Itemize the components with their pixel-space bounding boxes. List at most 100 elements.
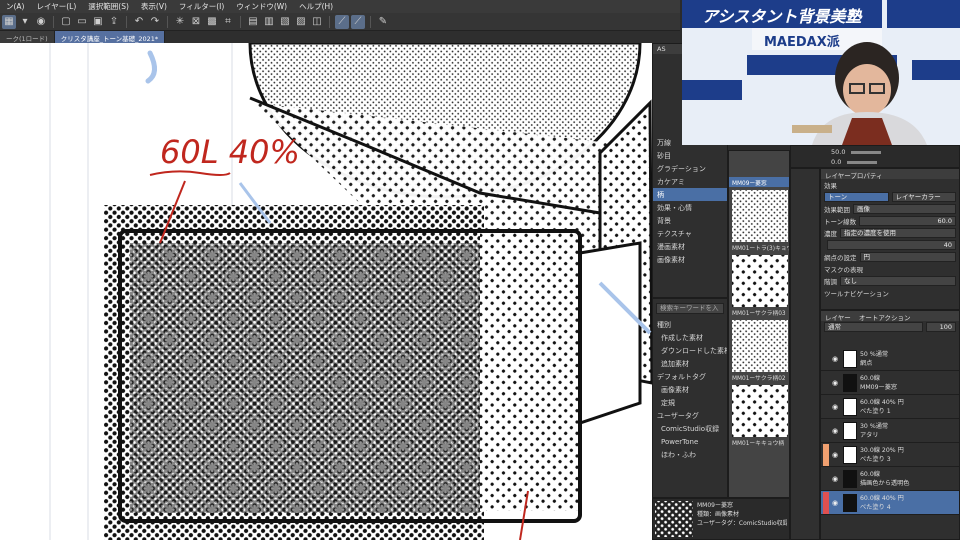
type-added[interactable]: 追加素材 <box>653 357 727 370</box>
open-folder-icon[interactable]: ▭ <box>75 15 89 29</box>
tree-item-sand[interactable]: 砂目 <box>653 149 727 162</box>
zoom-slider[interactable] <box>851 150 882 154</box>
eye-icon[interactable]: ◉ <box>832 427 840 435</box>
menu-selection[interactable]: 選択範囲(S) <box>82 1 135 12</box>
save-icon[interactable]: ▣ <box>91 15 105 29</box>
tree-item-gradation[interactable]: グラデーション <box>653 162 727 175</box>
detail-type: 種類：画像素材 <box>697 511 740 518</box>
eye-icon[interactable]: ◉ <box>832 379 840 387</box>
tag-ruler[interactable]: 定規 <box>653 396 727 409</box>
menu-filter[interactable]: フィルター(I) <box>173 1 230 12</box>
tree-item-manga-material[interactable]: 漫画素材 <box>653 240 727 253</box>
tab-layer-color[interactable]: レイヤーカラー <box>891 192 956 202</box>
tag-image-material[interactable]: 画像素材 <box>653 383 727 396</box>
layer-row[interactable]: ◉ 60.0線 MM09ー菱窓 <box>821 371 959 395</box>
eye-icon[interactable]: ◉ <box>832 499 840 507</box>
layer-color-marker <box>823 443 829 466</box>
layer-row-selected[interactable]: ◉ 60.0線 40% 円べた塗り 4 <box>821 491 959 515</box>
dropdown-icon[interactable]: ▾ <box>18 15 32 29</box>
opacity-value[interactable]: 100 <box>926 322 956 332</box>
layer-row[interactable]: ◉ 60.0線 40% 円べた塗り 1 <box>821 395 959 419</box>
rotate-value[interactable]: 0.0 <box>831 158 841 166</box>
undo-icon[interactable]: ↶ <box>132 15 146 29</box>
menu-window[interactable]: ウィンドウ(W) <box>230 1 293 12</box>
menu-animation[interactable]: ン(A) <box>0 1 30 12</box>
snap-perspective-icon[interactable]: ◫ <box>310 15 324 29</box>
tree-item-image-material[interactable]: 画像素材 <box>653 253 727 266</box>
drawing-canvas[interactable]: 60L 40% <box>0 43 652 540</box>
material-thumb[interactable] <box>732 385 788 437</box>
snap-grid-icon[interactable]: ▥ <box>262 15 276 29</box>
panel-icon-strip <box>790 168 820 540</box>
layer-row[interactable]: ◉ 30 %通常 アタリ <box>821 419 959 443</box>
clear-icon[interactable]: ✳ <box>173 15 187 29</box>
material-label: MM01ートラ(3)キョウ柄 <box>732 246 789 252</box>
zoom-value[interactable]: 50.0 <box>831 148 845 156</box>
snap-ruler-icon[interactable]: ▧ <box>278 15 292 29</box>
eye-icon[interactable]: ◉ <box>832 475 840 483</box>
transform-icon[interactable]: ⌗ <box>221 15 235 29</box>
menu-help[interactable]: ヘルプ(H) <box>293 1 339 12</box>
tag-fuwafuwa[interactable]: ほわ・ふわ <box>653 448 727 461</box>
layer-thumbnail <box>843 349 857 368</box>
material-thumb[interactable] <box>732 320 788 372</box>
prop-value[interactable]: 指定の濃度を使用 <box>840 228 956 238</box>
tag-powertone[interactable]: PowerTone <box>653 435 727 448</box>
vector-icon[interactable]: ✎ <box>376 15 390 29</box>
material-search-input[interactable]: 検索キーワードを入 <box>656 303 724 314</box>
layer-thumbnail <box>843 445 857 464</box>
banner-title: アシスタント背景美塾 <box>702 7 862 26</box>
canvas-tab-bar: ーク(1ロード) クリスタ講座_トーン基礎_2021* <box>0 31 680 43</box>
banner-brand: MAEDAX派 <box>764 35 840 50</box>
detail-name: MM09ー菱窓 <box>697 502 733 509</box>
layer-name: べた塗り 3 <box>860 455 891 463</box>
fill-icon[interactable]: ▩ <box>205 15 219 29</box>
eye-icon[interactable]: ◉ <box>34 15 48 29</box>
material-thumb[interactable] <box>732 190 788 242</box>
tab-quick-access[interactable]: ーク(1ロード) <box>0 31 55 43</box>
tab-document[interactable]: クリスタ講座_トーン基礎_2021* <box>54 31 166 43</box>
new-file-icon[interactable]: ▢ <box>59 15 73 29</box>
tree-item-crosshatch[interactable]: カケアミ <box>653 175 727 188</box>
layer-info: 30 %通常 <box>860 422 889 430</box>
redo-icon[interactable]: ↷ <box>148 15 162 29</box>
snap-icon[interactable]: ▤ <box>246 15 260 29</box>
tree-item-effect[interactable]: 効果・心情 <box>653 201 727 214</box>
navigator-bar: 50.0 0.0 <box>790 145 960 168</box>
tab-layer[interactable]: レイヤー <box>825 312 851 321</box>
divider <box>126 15 127 28</box>
tree-item-pattern[interactable]: 柄 <box>653 188 727 201</box>
tool-grid-icon[interactable]: ▦ <box>2 14 16 29</box>
eye-icon[interactable]: ◉ <box>832 355 840 363</box>
tab-auto-action[interactable]: オートアクション <box>859 312 911 321</box>
layer-thumbnail <box>843 469 857 488</box>
eye-icon[interactable]: ◉ <box>832 451 840 459</box>
prop-value[interactable]: なし <box>840 276 956 286</box>
material-thumb[interactable] <box>732 255 788 307</box>
type-created[interactable]: 作成した素材 <box>653 331 727 344</box>
type-downloaded[interactable]: ダウンロードした素材 <box>653 344 727 357</box>
layer-row[interactable]: ◉ 50 %通常 網点 <box>821 347 959 371</box>
eye-icon[interactable]: ◉ <box>832 403 840 411</box>
tab-tone[interactable]: トーン <box>824 192 889 202</box>
tree-item-background[interactable]: 背景 <box>653 214 727 227</box>
layer-row[interactable]: ◉ 30.0線 20% 円べた塗り 3 <box>821 443 959 467</box>
layer-info: 60.0線 40% 円 <box>860 494 904 502</box>
snap-special-icon[interactable]: ▨ <box>294 15 308 29</box>
export-icon[interactable]: ⇪ <box>107 15 121 29</box>
rotate-slider[interactable] <box>847 160 878 164</box>
menu-view[interactable]: 表示(V) <box>135 1 173 12</box>
layer-row[interactable]: ◉ 60.0線 描画色から透明色 <box>821 467 959 491</box>
prop-label: 効果範囲 <box>824 206 850 214</box>
ruler-icon[interactable]: ⟋ <box>335 14 349 29</box>
prop-value[interactable]: 60.0 <box>859 216 956 226</box>
tree-item-texture[interactable]: テクスチャ <box>653 227 727 240</box>
tag-comicstudio[interactable]: ComicStudio収録 <box>653 422 727 435</box>
crop-icon[interactable]: ⊠ <box>189 15 203 29</box>
prop-value[interactable]: 円 <box>859 252 956 262</box>
prop-value[interactable]: 画像 <box>853 204 956 214</box>
perspective-ruler-icon[interactable]: ⟋ <box>351 14 365 29</box>
prop-value[interactable]: 40 <box>827 240 956 250</box>
menu-layer[interactable]: レイヤー(L) <box>30 1 82 12</box>
blend-mode-select[interactable]: 通常 <box>824 322 923 332</box>
